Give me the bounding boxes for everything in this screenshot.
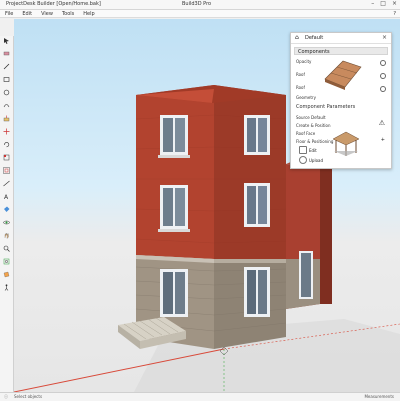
left-toolbar: A — [0, 36, 14, 392]
row-roof-2: Roof — [296, 85, 305, 90]
window-pane — [175, 272, 185, 314]
tray-icon: ⌂ — [295, 34, 299, 41]
window-sill — [158, 229, 190, 232]
window-pane — [163, 272, 173, 314]
panel-header: ⌂ Default × — [291, 33, 391, 44]
edit-button-label: Edit — [309, 147, 317, 153]
param-create: Create & Position — [296, 123, 331, 128]
walk-icon[interactable] — [2, 283, 11, 292]
window-pane — [258, 186, 267, 224]
measurements-label: Measurements — [364, 394, 394, 399]
zoom-icon[interactable] — [2, 244, 11, 253]
title-bar: ProjectDesk Builder [Open/Home.bak] Buil… — [0, 0, 400, 10]
left-windows — [158, 115, 190, 317]
annex-side — [320, 167, 332, 304]
radio-roof-1[interactable] — [380, 73, 386, 79]
circle-icon[interactable] — [2, 88, 11, 97]
text-icon[interactable]: A — [2, 192, 11, 201]
window-pane — [247, 186, 256, 224]
floor-band-right — [214, 259, 286, 263]
window-pane — [163, 188, 173, 226]
warning-icon: ⚠ — [378, 119, 385, 127]
edit-button[interactable]: Edit — [299, 146, 317, 154]
scale-icon[interactable] — [2, 153, 11, 162]
section-title: Components — [298, 49, 330, 55]
left-facade-upper — [136, 85, 214, 259]
row-opacity: Opacity — [296, 59, 312, 64]
paint-bucket-icon[interactable] — [2, 205, 11, 214]
close-icon[interactable]: × — [392, 1, 397, 7]
menu-view[interactable]: View — [41, 10, 53, 17]
menu-edit[interactable]: Edit — [22, 10, 32, 17]
upload-button-label: Upload — [309, 157, 324, 163]
component-parameters-heading: Component Parameters — [296, 104, 356, 110]
gazebo-preview[interactable] — [331, 129, 361, 157]
row-roof-1: Roof — [296, 72, 305, 77]
window-pane — [258, 118, 267, 152]
menu-tools[interactable]: Tools — [62, 10, 74, 17]
help-question[interactable]: ? — [393, 10, 396, 17]
window-sill — [158, 155, 190, 158]
param-roof-face: Roof Face — [296, 131, 316, 136]
radio-roof-2[interactable] — [380, 86, 386, 92]
eraser-icon[interactable] — [2, 49, 11, 58]
app-name: Build3D Pro — [182, 1, 212, 7]
panel-title: Default — [305, 35, 324, 41]
pan-icon[interactable] — [2, 231, 11, 240]
select-icon[interactable] — [2, 36, 11, 45]
pencil-icon[interactable] — [2, 62, 11, 71]
menu-help[interactable]: Help — [83, 10, 94, 17]
upload-button[interactable]: Upload — [299, 156, 323, 164]
window-pane — [247, 270, 256, 314]
window-pane — [247, 118, 256, 152]
param-source: Source Default — [296, 115, 326, 120]
menu-file[interactable]: File — [5, 10, 13, 17]
rectangle-icon[interactable] — [2, 75, 11, 84]
param-floor: Floor & Positioning — [296, 139, 334, 144]
move-icon[interactable] — [2, 127, 11, 136]
section-plane-icon[interactable] — [2, 270, 11, 279]
roof-preview[interactable] — [321, 57, 365, 91]
window-title: ProjectDesk Builder [Open/Home.bak] — [6, 1, 101, 7]
upload-icon — [299, 156, 307, 164]
panel-close-icon[interactable]: × — [382, 34, 387, 41]
window-pane — [175, 188, 185, 226]
svg-text:A: A — [4, 194, 9, 200]
default-tray-panel: ⌂ Default × Components Opacity Roof Roof… — [290, 32, 392, 169]
row-geometry: Geometry — [296, 95, 316, 100]
zoom-in-icon[interactable]: + — [381, 137, 385, 143]
arc-icon[interactable] — [2, 101, 11, 110]
minimize-icon[interactable]: – — [371, 1, 374, 7]
window-pane — [163, 118, 173, 152]
rotate-icon[interactable] — [2, 140, 11, 149]
maximize-icon[interactable]: □ — [380, 1, 386, 7]
status-text: Select objects — [14, 394, 43, 399]
window-controls: – □ × — [371, 1, 397, 7]
tape-measure-icon[interactable] — [2, 179, 11, 188]
radio-opacity[interactable] — [380, 60, 386, 66]
window-pane — [301, 253, 311, 297]
window-pane — [258, 270, 267, 314]
offset-icon[interactable] — [2, 166, 11, 175]
components-section-header[interactable]: Components — [294, 47, 388, 55]
right-facade-upper — [214, 85, 286, 259]
zoom-extents-icon[interactable] — [2, 257, 11, 266]
info-icon[interactable]: ⓘ — [4, 394, 8, 400]
menu-bar: File Edit View Tools Help ? — [0, 10, 400, 18]
push-pull-icon[interactable] — [2, 114, 11, 123]
edit-icon — [299, 146, 307, 154]
window-pane — [175, 118, 185, 152]
orbit-icon[interactable] — [2, 218, 11, 227]
